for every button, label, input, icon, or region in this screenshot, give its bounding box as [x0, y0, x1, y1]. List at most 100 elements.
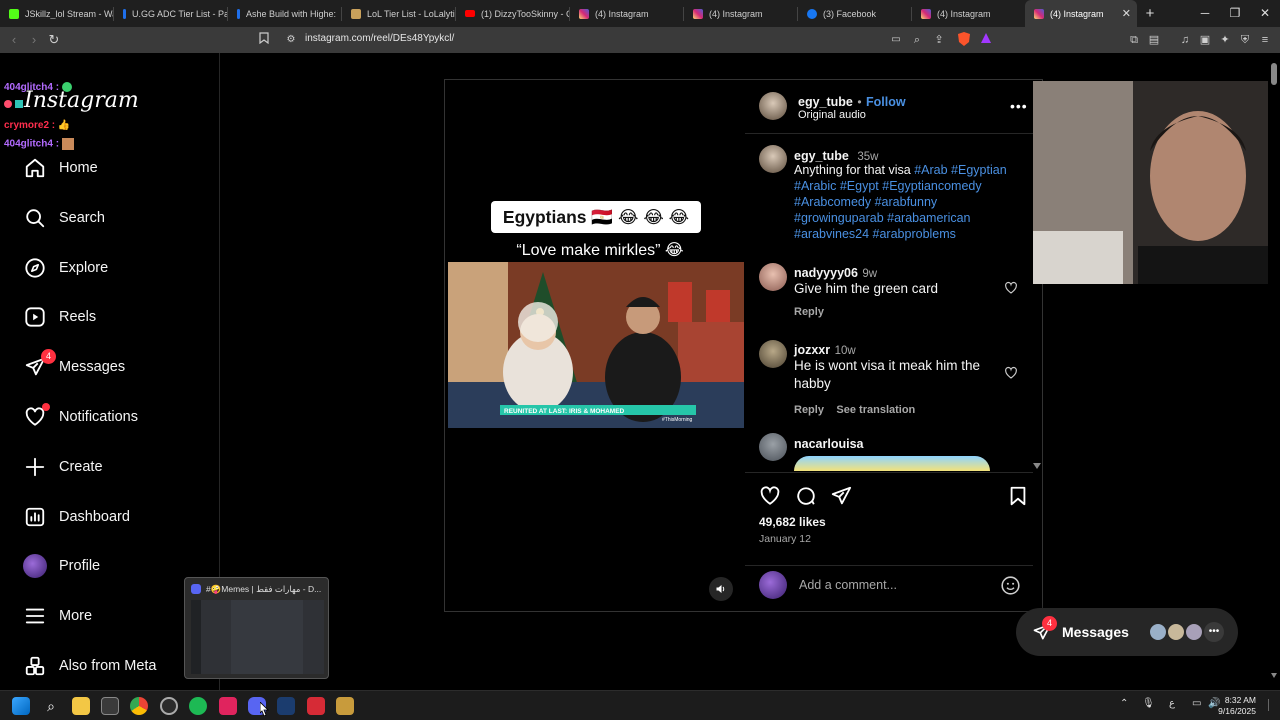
- nav-home[interactable]: Home: [22, 153, 98, 183]
- league-client-icon[interactable]: [336, 697, 354, 715]
- commenter-avatar[interactable]: [759, 263, 787, 291]
- scroll-down-arrow-icon[interactable]: [1033, 463, 1041, 469]
- bookmark-icon[interactable]: [256, 32, 272, 48]
- sidebar-icon[interactable]: ▤: [1146, 32, 1162, 48]
- minimize-icon[interactable]: ─: [1190, 0, 1220, 27]
- messages-pill[interactable]: 4 Messages •••: [1016, 608, 1238, 656]
- forward-icon[interactable]: ›: [26, 32, 42, 48]
- back-icon[interactable]: ‹: [6, 32, 22, 48]
- scroll-down-arrow-icon[interactable]: [1271, 673, 1277, 678]
- windows-start-icon[interactable]: [12, 697, 30, 715]
- browser-tab[interactable]: LoL Tier List - LoLalytic: [342, 0, 455, 27]
- reply-button[interactable]: Reply: [794, 404, 824, 416]
- brave-rewards-icon[interactable]: [978, 32, 994, 48]
- reel-video-frame[interactable]: REUNITED AT LAST: IRIS & MOHAMED #ThisMo…: [448, 262, 744, 428]
- new-tab-button[interactable]: +: [1137, 5, 1163, 22]
- like-comment-icon[interactable]: [1004, 366, 1018, 380]
- menu-icon[interactable]: ≡: [1257, 32, 1273, 48]
- nav-notifications[interactable]: Notifications: [22, 402, 138, 432]
- site-info-icon[interactable]: ⚙: [283, 32, 299, 48]
- system-clock[interactable]: 8:32 AM 9/16/2025: [1218, 695, 1256, 717]
- close-tab-icon[interactable]: ✕: [1122, 7, 1131, 20]
- language-indicator[interactable]: ع: [1169, 698, 1175, 709]
- browser-tab[interactable]: (4) Instagram: [684, 0, 797, 27]
- microphone-icon[interactable]: 🎙: [1142, 698, 1155, 709]
- comment-image-preview[interactable]: [794, 456, 990, 471]
- comment-username[interactable]: jozxxr: [794, 343, 830, 357]
- reply-button[interactable]: Reply: [794, 306, 824, 318]
- author-avatar[interactable]: [759, 92, 787, 120]
- url-bar[interactable]: instagram.com/reel/DEs48Ypykcl/: [305, 33, 454, 44]
- comment-username-text: nacarlouisa: [794, 437, 864, 451]
- taskbar-window-preview[interactable]: #🤪Memes | مهارات فقط - D...: [184, 577, 329, 679]
- nav-create[interactable]: Create: [22, 452, 103, 482]
- author-username[interactable]: egy_tube: [798, 95, 853, 109]
- comment-username[interactable]: nadyyyy06: [794, 266, 858, 280]
- zoom-icon[interactable]: ⌕: [909, 32, 925, 48]
- network-icon[interactable]: ▭: [1192, 698, 1201, 709]
- browser-tab[interactable]: JSkillz_lol Stream - Wat: [0, 0, 113, 27]
- browser-tab[interactable]: (4) Instagram: [912, 0, 1025, 27]
- restore-icon[interactable]: ❐: [1220, 0, 1250, 27]
- nav-dashboard[interactable]: Dashboard: [22, 502, 130, 532]
- reload-icon[interactable]: ↻: [46, 32, 62, 48]
- audio-label[interactable]: Original audio: [798, 109, 866, 121]
- wallet-icon[interactable]: ▣: [1197, 32, 1213, 48]
- likes-count[interactable]: 49,682 likes: [759, 515, 826, 529]
- author-avatar[interactable]: [759, 145, 787, 173]
- brave-shield-icon[interactable]: [956, 32, 972, 48]
- page-scrollbar[interactable]: [1268, 53, 1280, 690]
- tray-overflow-icon[interactable]: ⌃: [1120, 698, 1128, 709]
- share-icon[interactable]: ⇪: [931, 32, 947, 48]
- show-desktop-button[interactable]: [1268, 699, 1274, 711]
- spotify-icon[interactable]: [189, 697, 207, 715]
- follow-button[interactable]: Follow: [866, 95, 906, 109]
- nav-reels[interactable]: Reels: [22, 302, 96, 332]
- emoji-icon[interactable]: [1000, 575, 1021, 596]
- nav-more[interactable]: More: [22, 601, 92, 631]
- nav-explore[interactable]: Explore: [22, 253, 108, 283]
- see-translation-link[interactable]: See translation: [836, 404, 915, 416]
- app-icon[interactable]: [307, 697, 325, 715]
- leo-ai-icon[interactable]: ✦: [1217, 32, 1233, 48]
- emote-icon: [61, 82, 72, 93]
- mute-toggle-button[interactable]: [709, 577, 733, 601]
- browser-tab[interactable]: (4) Instagram: [570, 0, 683, 27]
- commenter-avatar[interactable]: [759, 433, 787, 461]
- app-icon[interactable]: [219, 697, 237, 715]
- screen-cast-icon[interactable]: ▭: [888, 32, 904, 48]
- commenter-avatar[interactable]: [759, 340, 787, 368]
- steam-icon[interactable]: [160, 697, 178, 715]
- extensions-icon[interactable]: ⧉: [1126, 32, 1142, 48]
- close-window-icon[interactable]: ✕: [1250, 0, 1280, 27]
- browser-tab[interactable]: U.GG ADC Tier List - Pa: [114, 0, 227, 27]
- comment-icon[interactable]: [795, 485, 817, 507]
- search-icon[interactable]: ⌕: [42, 697, 60, 715]
- more-options-icon[interactable]: •••: [1010, 98, 1028, 114]
- file-explorer-icon[interactable]: [72, 697, 90, 715]
- save-icon[interactable]: [1007, 485, 1029, 507]
- store-icon[interactable]: [101, 697, 119, 715]
- share-icon[interactable]: [830, 485, 852, 507]
- app-icon[interactable]: [277, 697, 295, 715]
- vpn-icon[interactable]: ⛨: [1237, 32, 1253, 48]
- tab-title: (1) DizzyTooSkinny - C: [481, 8, 569, 19]
- nav-also-from-meta[interactable]: Also from Meta: [22, 651, 157, 681]
- scrollbar-thumb[interactable]: [1271, 63, 1277, 85]
- like-icon[interactable]: [759, 485, 781, 507]
- nav-messages[interactable]: 4 Messages: [22, 349, 125, 382]
- comment-input[interactable]: Add a comment...: [799, 578, 897, 592]
- browser-tab[interactable]: Ashe Build with Highe:: [228, 0, 341, 27]
- browser-tab[interactable]: (1) DizzyTooSkinny - C: [456, 0, 569, 27]
- nav-label: More: [59, 608, 93, 624]
- caption-username[interactable]: egy_tube: [794, 149, 849, 163]
- media-icon[interactable]: ♫: [1177, 32, 1193, 48]
- like-comment-icon[interactable]: [1004, 281, 1018, 295]
- chrome-icon[interactable]: [130, 697, 148, 715]
- nav-search[interactable]: Search: [22, 203, 105, 233]
- browser-tab-active[interactable]: (4) Instagram ✕: [1025, 0, 1137, 27]
- nav-label: Search: [59, 210, 105, 226]
- comment-username[interactable]: nacarlouisa: [794, 435, 863, 453]
- nav-profile[interactable]: Profile: [22, 551, 100, 581]
- browser-tab[interactable]: (3) Facebook: [798, 0, 911, 27]
